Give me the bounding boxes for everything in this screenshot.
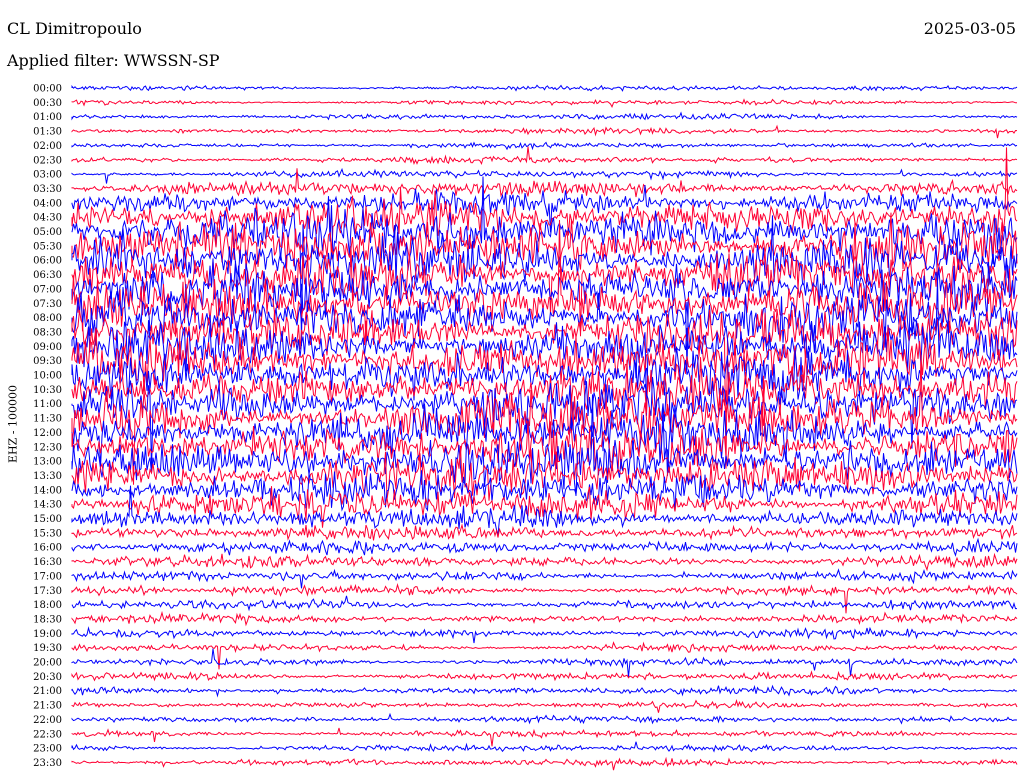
row-label-1930: 19:30 [33,643,62,654]
row-label-0530: 05:30 [33,241,62,252]
trace-line-1500 [71,485,1018,535]
trace-line-2030 [71,670,1018,682]
row-label-0330: 03:30 [33,184,62,195]
row-label-2300: 23:00 [33,744,62,755]
row-label-1230: 12:30 [33,442,62,453]
trace-line-1730 [71,583,1018,614]
trace-line-1700 [71,568,1018,589]
row-label-0400: 04:00 [33,198,62,209]
row-label-0900: 09:00 [33,342,62,353]
row-label-1300: 13:00 [33,457,62,468]
row-label-1600: 16:00 [33,543,62,554]
row-label-0000: 00:00 [33,84,62,95]
trace-line-2230 [71,727,1018,747]
trace-line-1630 [71,552,1018,572]
row-label-1030: 10:30 [33,385,62,396]
row-label-1730: 17:30 [33,586,62,597]
trace-line-1600 [71,537,1018,557]
row-label-0600: 06:00 [33,256,62,267]
row-label-0500: 05:00 [33,227,62,238]
trace-line-2100 [71,684,1018,698]
row-label-1630: 16:30 [33,557,62,568]
trace-line-2200 [71,712,1018,725]
trace-line-0300 [71,167,1018,184]
row-label-0200: 02:00 [33,141,62,152]
row-label-0630: 06:30 [33,270,62,281]
trace-line-2300 [71,741,1018,753]
row-label-1500: 15:00 [33,514,62,525]
trace-line-2330 [71,756,1018,771]
row-label-1700: 17:00 [33,571,62,582]
row-label-0100: 01:00 [33,112,62,123]
trace-line-0100 [71,111,1018,121]
row-label-0700: 07:00 [33,284,62,295]
row-label-2200: 22:00 [33,715,62,726]
trace-line-1530 [71,523,1018,541]
row-label-2030: 20:30 [33,672,62,683]
trace-line-0230 [71,146,1018,166]
row-label-1400: 14:00 [33,485,62,496]
trace-line-0130 [71,124,1018,139]
row-label-1100: 11:00 [33,399,62,410]
row-label-0130: 01:30 [33,127,62,138]
row-label-1530: 15:30 [33,528,62,539]
row-label-1330: 13:30 [33,471,62,482]
tick-label-group: 00:00 00:30 01:00 01:30 02:00 02:30 03:00 03:30… [33,84,62,769]
row-label-1900: 19:00 [33,629,62,640]
row-label-2000: 20:00 [33,658,62,669]
trace-group [71,84,1018,771]
row-label-0730: 07:30 [33,299,62,310]
row-label-1200: 12:00 [33,428,62,439]
trace-line-1800 [71,595,1017,612]
row-label-1830: 18:30 [33,614,62,625]
row-label-0930: 09:30 [33,356,62,367]
trace-line-0030 [71,98,1018,109]
row-label-2130: 21:30 [33,701,62,712]
row-label-1130: 11:30 [33,414,62,425]
trace-line-2000 [71,648,1018,677]
trace-line-1830 [71,610,1018,627]
trace-line-1900 [71,626,1018,644]
row-label-0830: 08:30 [33,327,62,338]
row-label-0430: 04:30 [33,213,62,224]
row-label-0030: 00:30 [33,98,62,109]
row-label-2100: 21:00 [33,686,62,697]
row-label-1800: 18:00 [33,600,62,611]
row-label-2230: 22:30 [33,729,62,740]
trace-line-2130 [71,698,1018,713]
row-label-2330: 23:30 [33,758,62,769]
helicorder-plot: 00:00 00:30 01:00 01:30 02:00 02:30 03:00 03:30… [33,84,1018,771]
trace-line-0330 [71,168,1018,198]
row-label-0230: 02:30 [33,155,62,166]
row-label-0300: 03:00 [33,170,62,181]
row-label-1430: 14:30 [33,500,62,511]
row-label-1000: 10:00 [33,371,62,382]
trace-line-0200 [71,141,1018,151]
trace-line-0000 [71,84,1018,92]
row-label-0800: 08:00 [33,313,62,324]
